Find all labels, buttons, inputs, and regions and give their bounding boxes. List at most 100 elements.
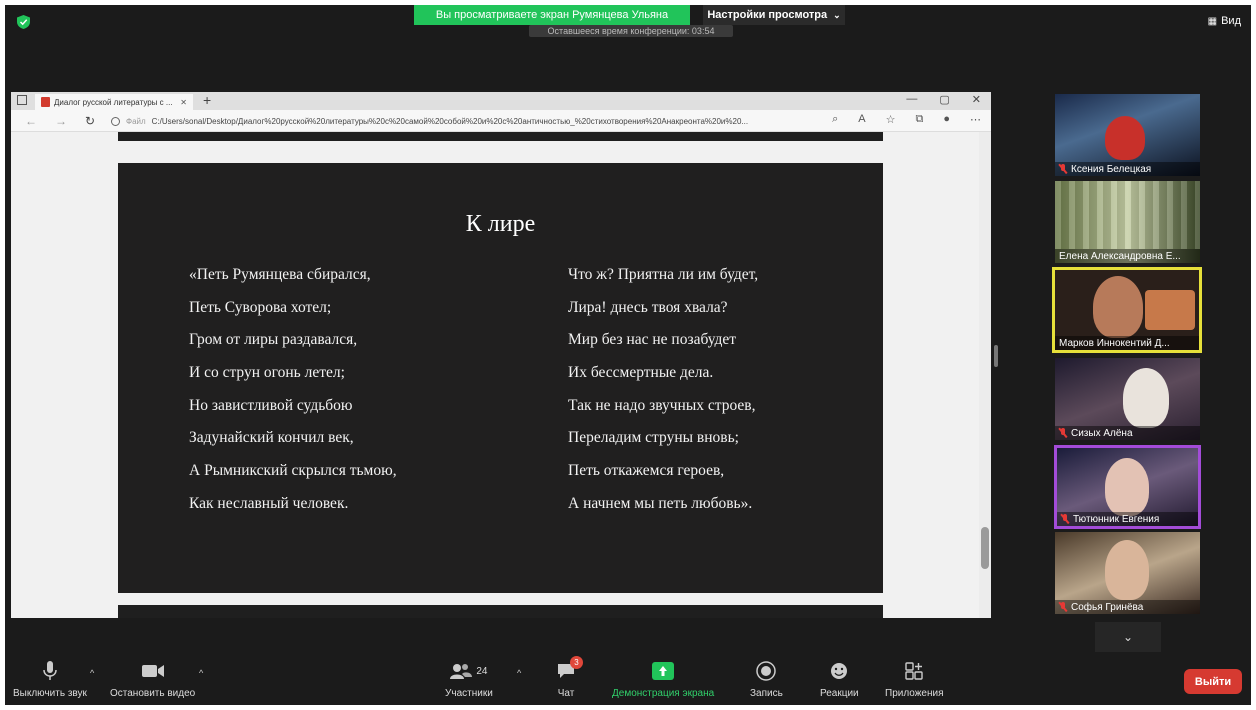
poem-line: Что ж? Приятна ли им будет, [568,266,759,283]
muted-mic-icon [1059,428,1067,438]
url-field[interactable]: Файл C:/Users/sonal/Desktop/Диалог%20рус… [111,114,923,128]
muted-mic-icon [1059,164,1067,174]
poem-line: И со струн огонь летел; [189,364,345,382]
video-tile[interactable]: Тютюнник Евгения [1054,445,1201,529]
favorites-icon[interactable]: ☆ [886,113,896,126]
browser-nav: ← → ↻ [25,114,95,128]
participant-name: Ксения Белецкая [1055,162,1200,176]
poem-line: А начнем мы петь любовь». [568,494,753,512]
participant-name: Тютюнник Евгения [1057,512,1198,526]
browser-toolbar-icons: ⌕ A ☆ ⧉ ● ⋯ [832,113,981,126]
poem-line: Но завистливой судьбою [189,396,353,414]
view-options-dropdown[interactable]: Настройки просмотра ⌄ [703,5,845,25]
profile-icon[interactable]: ● [943,113,950,126]
microphone-icon [43,660,57,682]
new-tab-icon[interactable]: + [203,92,211,108]
poem-line: Так не надо звучных строев, [568,396,756,414]
collections-icon[interactable]: ⧉ [915,113,923,126]
video-tile-active-speaker[interactable]: Марков Иннокентий Д... [1052,267,1202,353]
apps-label: Приложения [885,688,944,699]
video-options-caret-icon[interactable]: ^ [199,668,203,678]
poem-line: Мир без нас не позабудет [568,331,737,349]
close-tab-icon[interactable]: ✕ [180,98,187,107]
participant-video [1055,181,1200,249]
poem-left-column: «Петь Румянцева сбирался, Петь Суворова … [189,265,397,527]
info-icon [111,116,120,126]
read-aloud-icon[interactable]: A [858,113,865,126]
scrollbar-thumb[interactable] [981,527,989,569]
refresh-icon[interactable]: ↻ [85,114,95,128]
tab-actions-icon[interactable] [17,95,27,105]
poem-line: Лира! днесь твоя хвала? [568,298,728,316]
participant-name: Елена Александровна Е... [1055,249,1200,263]
security-shield-icon[interactable] [17,15,30,29]
participant-video [1105,458,1149,516]
viewing-share-banner: Вы просматриваете экран Румянцева Ульяна [414,5,690,25]
share-screen-label: Демонстрация экрана [612,688,715,699]
tab-title: Диалог русской литературы с ... [54,97,173,107]
muted-mic-icon [1059,602,1067,612]
chat-button[interactable]: 3 Чат [557,656,583,699]
maximize-icon[interactable]: ▢ [939,93,949,106]
video-tile[interactable]: Софья Гринёва [1055,532,1200,614]
close-window-icon[interactable]: ✕ [972,93,981,106]
meeting-time-remaining: Оставшееся время конференции: 03:54 [529,25,733,37]
forward-icon[interactable]: → [55,114,67,128]
zoom-window: Вы просматриваете экран Румянцева Ульяна… [5,5,1251,705]
participants-options-caret-icon[interactable]: ^ [517,668,521,678]
chat-label: Чат [557,688,575,699]
poem-title: К лире [465,211,536,237]
participant-video [1123,368,1169,428]
participants-button[interactable]: 24 Участники [445,660,493,699]
browser-tab[interactable]: Диалог русской литературы с ... ✕ [35,94,193,110]
participant-name: Сизых Алёна [1055,426,1200,440]
reactions-button[interactable]: Реакции [820,660,859,699]
apps-button[interactable]: Приложения [885,660,944,699]
more-icon[interactable]: ⋯ [970,113,981,126]
share-screen-icon [652,660,675,682]
reactions-label: Реакции [820,688,859,699]
poem-line: Петь откажемся героев, [568,462,725,480]
poem-line: А Рымникский скрылся тьмою, [189,462,397,480]
chevron-down-icon: ⌄ [833,9,841,20]
pdf-viewer: К лире «Петь Румянцева сбирался, Петь Су… [11,132,991,618]
poem-line: «Петь Румянцева сбирался, [189,266,371,283]
meeting-toolbar: Выключить звук ^ Остановить видео ^ 24 У… [5,656,1251,705]
scroll-participants-down-button[interactable]: ⌄ [1095,622,1161,652]
muted-mic-icon [1061,514,1069,524]
leave-button[interactable]: Выйти [1184,669,1242,694]
participant-video [1093,276,1143,338]
participants-icon: 24 [450,660,487,682]
video-tile[interactable]: Елена Александровна Е... [1055,181,1200,263]
participant-video [1105,116,1145,160]
mute-label: Выключить звук [13,688,87,699]
audio-options-caret-icon[interactable]: ^ [90,668,94,678]
stop-video-label: Остановить видео [110,688,196,699]
chevron-down-icon: ⌄ [1122,630,1134,644]
mute-button[interactable]: Выключить звук [13,660,87,699]
record-button[interactable]: Запись [750,660,783,699]
video-tile[interactable]: Сизых Алёна [1055,358,1200,440]
pdf-icon [41,97,50,107]
minimize-icon[interactable]: — [906,93,917,106]
previous-page-edge [118,132,883,141]
back-icon[interactable]: ← [25,114,37,128]
participant-video [1105,540,1149,600]
resize-handle[interactable] [994,345,998,367]
smiley-icon [829,660,849,682]
vertical-scrollbar[interactable] [979,132,991,618]
participant-name: Софья Гринёва [1055,600,1200,614]
video-tile[interactable]: Ксения Белецкая [1055,94,1200,176]
stop-video-button[interactable]: Остановить видео [110,660,195,699]
participants-count: 24 [476,665,488,677]
view-button[interactable]: ▦ Вид [1208,15,1241,27]
participant-video-background [1145,290,1195,330]
participant-name: Марков Иннокентий Д... [1055,336,1199,350]
share-screen-button[interactable]: Демонстрация экрана [612,660,714,699]
chat-icon: 3 [557,656,583,682]
poem-line: Переладим струны вновь; [568,429,739,447]
poem-slide: К лире «Петь Румянцева сбирался, Петь Су… [118,163,883,593]
zoom-icon[interactable]: ⌕ [832,113,838,126]
poem-line: Задунайский кончил век, [189,429,354,447]
poem-right-column: Что ж? Приятна ли им будет, Лира! днесь … [568,265,758,527]
